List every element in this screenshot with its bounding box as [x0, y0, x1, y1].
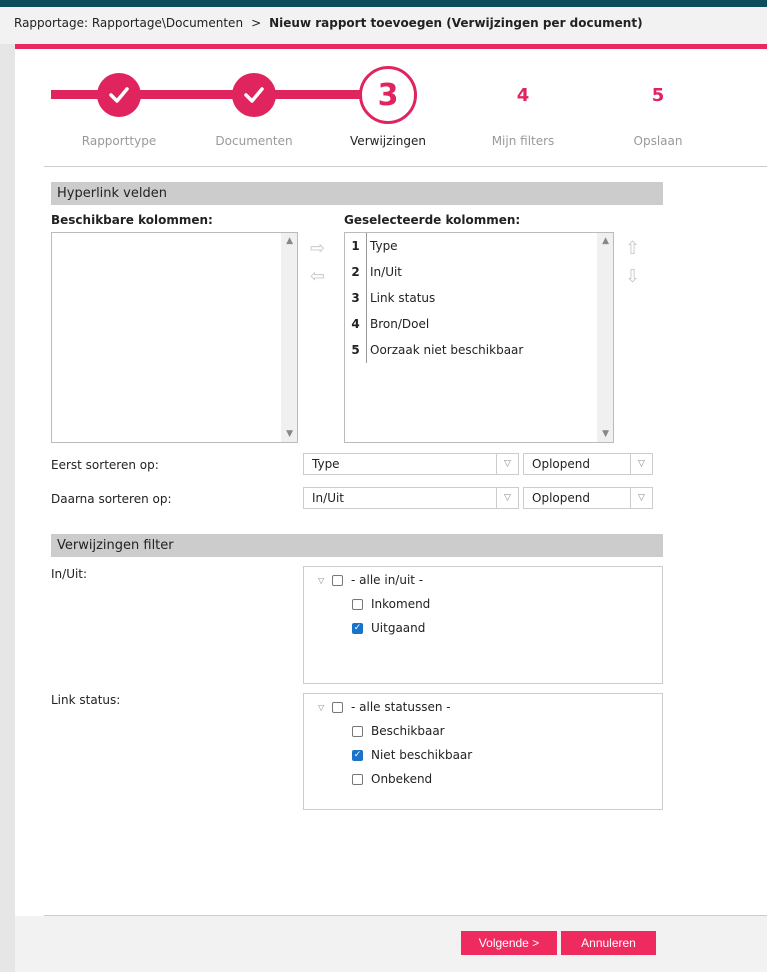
selected-columns-label: Geselecteerde kolommen: [344, 213, 521, 227]
breadcrumb-path[interactable]: Rapportage: Rapportage\Documenten [14, 16, 243, 30]
step-4: 4 [503, 75, 543, 115]
section-header-filter: Verwijzingen filter [51, 534, 663, 557]
step-2-done[interactable] [232, 73, 276, 117]
inout-filter-tree: ▽ - alle in/uit - Inkomend ✓ Uitgaand [303, 566, 663, 684]
tree-label: - alle in/uit - [351, 573, 424, 587]
list-item[interactable]: 4 Bron/Doel [345, 311, 595, 337]
step-label-rapporttype: Rapporttype [81, 134, 157, 148]
step-5: 5 [638, 75, 678, 115]
step-label-documenten: Documenten [215, 134, 293, 148]
list-item[interactable]: 1 Type [345, 233, 595, 259]
arrow-left-icon[interactable]: ⇦ [310, 268, 325, 286]
scroll-up-icon[interactable]: ▲ [602, 236, 609, 246]
tree-node-inkomend[interactable]: Inkomend [352, 595, 430, 613]
tree-node-uitgaand[interactable]: ✓ Uitgaand [352, 619, 425, 637]
scroll-up-icon[interactable]: ▲ [286, 236, 293, 246]
tree-label: Inkomend [371, 597, 431, 611]
step-3-active: 3 [359, 66, 417, 124]
list-item-label: Bron/Doel [370, 317, 430, 331]
triangle-down-icon[interactable]: ▽ [318, 576, 326, 585]
top-strip [0, 0, 767, 7]
cancel-button[interactable]: Annuleren [561, 931, 656, 955]
first-sort-label: Eerst sorteren op: [51, 458, 159, 472]
triangle-down-icon[interactable]: ▽ [318, 703, 326, 712]
available-columns-label: Beschikbare kolommen: [51, 213, 213, 227]
select-value: Type [312, 457, 340, 471]
selected-columns-list[interactable]: 1 Type 2 In/Uit 3 Link status 4 Bron/Doe… [344, 232, 614, 443]
next-button[interactable]: Volgende > [461, 931, 557, 955]
list-item-number: 5 [345, 337, 367, 363]
list-item-number: 1 [345, 233, 367, 259]
tree-node-onbekend[interactable]: Onbekend [352, 770, 432, 788]
triangle-down-icon: ▽ [496, 454, 518, 474]
checkbox[interactable] [332, 574, 343, 586]
then-sort-label: Daarna sorteren op: [51, 492, 172, 506]
select-value: In/Uit [312, 491, 345, 505]
breadcrumb: Rapportage: Rapportage\Documenten > Nieuw … [14, 16, 643, 30]
left-edge [0, 44, 15, 972]
list-item-number: 4 [345, 311, 367, 337]
triangle-down-icon: ▽ [630, 454, 652, 474]
scroll-down-icon[interactable]: ▼ [602, 429, 609, 439]
divider [44, 166, 767, 167]
tree-label: Onbekend [371, 772, 433, 786]
list-item-label: In/Uit [370, 265, 403, 279]
breadcrumb-separator: > [251, 16, 262, 30]
checkbox[interactable] [352, 598, 363, 610]
checkbox[interactable] [352, 773, 363, 785]
inout-label: In/Uit: [51, 567, 88, 581]
tree-node-all-inout[interactable]: ▽ - alle in/uit - [318, 571, 423, 589]
link-status-filter-tree: ▽ - alle statussen - Beschikbaar ✓ Niet … [303, 693, 663, 810]
tree-label: Beschikbaar [371, 724, 445, 738]
link-status-label: Link status: [51, 693, 121, 707]
check-icon [109, 87, 129, 103]
then-sort-field-select[interactable]: In/Uit ▽ [303, 487, 519, 509]
available-columns-list[interactable]: ▲ ▼ [51, 232, 298, 443]
checkbox[interactable] [352, 725, 363, 737]
then-sort-order-select[interactable]: Oplopend ▽ [523, 487, 653, 509]
tree-node-beschikbaar[interactable]: Beschikbaar [352, 722, 445, 740]
list-item[interactable]: 3 Link status [345, 285, 595, 311]
list-item-label: Type [370, 239, 398, 253]
scrollbar[interactable]: ▲ ▼ [281, 233, 297, 442]
first-sort-order-select[interactable]: Oplopend ▽ [523, 453, 653, 475]
first-sort-field-select[interactable]: Type ▽ [303, 453, 519, 475]
breadcrumb-current: Nieuw rapport toevoegen (Verwijzingen pe… [269, 16, 643, 30]
section-header-hyperlink: Hyperlink velden [51, 182, 663, 205]
arrow-down-icon[interactable]: ⇩ [625, 268, 640, 286]
step-label-mijn-filters: Mijn filters [491, 134, 555, 148]
triangle-down-icon: ▽ [496, 488, 518, 508]
tree-label: - alle statussen - [351, 700, 451, 714]
step-label-opslaan: Opslaan [633, 134, 683, 148]
list-item[interactable]: 2 In/Uit [345, 259, 595, 285]
select-value: Oplopend [532, 491, 590, 505]
list-item-number: 2 [345, 259, 367, 285]
scroll-down-icon[interactable]: ▼ [286, 429, 293, 439]
tree-label: Uitgaand [371, 621, 426, 635]
scrollbar[interactable]: ▲ ▼ [597, 233, 613, 442]
checkbox[interactable] [332, 701, 343, 713]
list-item-label: Oorzaak niet beschikbaar [370, 343, 524, 357]
checkbox[interactable]: ✓ [352, 749, 363, 761]
step-label-verwijzingen: Verwijzingen [350, 134, 426, 148]
tree-label: Niet beschikbaar [371, 748, 473, 762]
list-item[interactable]: 5 Oorzaak niet beschikbaar [345, 337, 595, 363]
list-item-label: Link status [370, 291, 436, 305]
select-value: Oplopend [532, 457, 590, 471]
step-1-done[interactable] [97, 73, 141, 117]
tree-node-all-statussen[interactable]: ▽ - alle statussen - [318, 698, 451, 716]
arrow-right-icon[interactable]: ⇨ [310, 240, 325, 258]
checkbox[interactable]: ✓ [352, 622, 363, 634]
arrow-up-icon[interactable]: ⇧ [625, 240, 640, 258]
list-item-number: 3 [345, 285, 367, 311]
tree-node-niet-beschikbaar[interactable]: ✓ Niet beschikbaar [352, 746, 472, 764]
check-icon [244, 87, 264, 103]
triangle-down-icon: ▽ [630, 488, 652, 508]
